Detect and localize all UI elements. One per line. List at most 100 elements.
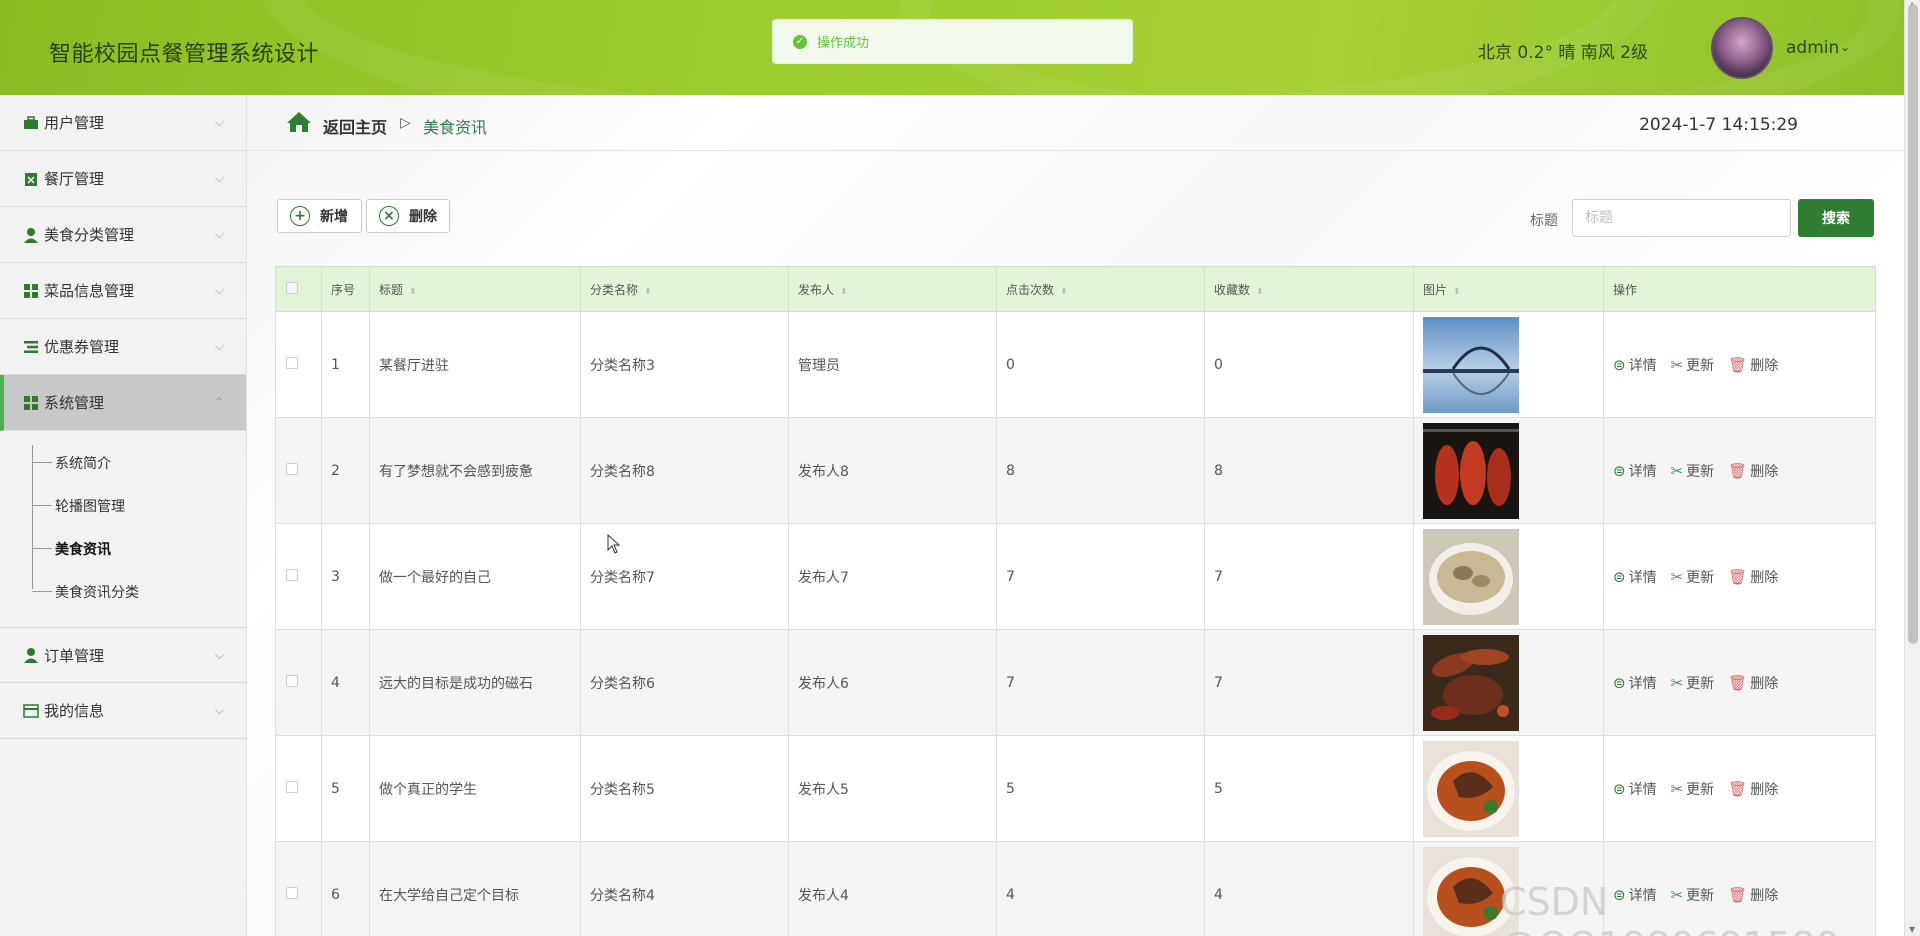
- bbq-photo[interactable]: [1423, 634, 1519, 731]
- update-button[interactable]: ✂ 更新: [1671, 461, 1715, 481]
- update-button[interactable]: ✂ 更新: [1671, 779, 1715, 799]
- cell-favorites: 4: [1204, 841, 1414, 936]
- cell-publisher: 发布人4: [788, 841, 997, 936]
- page-scrollbar[interactable]: ▲ ▼: [1904, 0, 1920, 936]
- cell-category: 分类名称3: [580, 311, 789, 418]
- sidebar-item-food-category[interactable]: 美食分类管理 ⌵: [0, 207, 246, 263]
- bridge-photo[interactable]: [1423, 316, 1519, 413]
- add-button[interactable]: + 新增: [277, 199, 362, 233]
- column-header-image[interactable]: 图片 ⬍: [1413, 266, 1604, 312]
- row-checkbox[interactable]: [286, 568, 298, 581]
- column-header-title[interactable]: 标题 ⬍: [369, 266, 581, 312]
- sidebar-item-restaurant-management[interactable]: 餐厅管理 ⌵: [0, 151, 246, 207]
- row-checkbox[interactable]: [286, 780, 298, 793]
- delete-row-button[interactable]: 🗑 删除: [1728, 673, 1778, 693]
- cell-no: 6: [321, 841, 370, 936]
- trash-icon: 🗑: [1728, 461, 1748, 480]
- delete-row-button[interactable]: 🗑 删除: [1728, 461, 1778, 481]
- select-all-checkbox-cell[interactable]: [275, 266, 322, 312]
- sidebar-item-dish-info[interactable]: 菜品信息管理 ⌵: [0, 263, 246, 319]
- detail-icon: ⊜: [1613, 779, 1626, 798]
- sort-icon[interactable]: ⬍: [644, 287, 652, 297]
- detail-button[interactable]: ⊜ 详情: [1613, 567, 1657, 587]
- update-button[interactable]: ✂ 更新: [1671, 673, 1715, 693]
- tools-icon: ✂: [1670, 673, 1684, 692]
- delete-row-button[interactable]: 🗑 删除: [1728, 355, 1778, 375]
- detail-icon: ⊜: [1613, 355, 1626, 374]
- user-menu[interactable]: admin: [1786, 38, 1839, 58]
- sort-icon[interactable]: ⬍: [1060, 287, 1068, 297]
- submenu-item-food-news-category[interactable]: 美食资讯分类: [0, 570, 246, 613]
- submenu-item-system-intro[interactable]: 系统简介: [0, 441, 246, 484]
- sidebar-item-orders[interactable]: 订单管理 ⌵: [0, 627, 246, 683]
- delete-row-button[interactable]: 🗑 删除: [1728, 567, 1778, 587]
- home-icon[interactable]: [286, 111, 312, 133]
- sidebar-item-label: 系统管理: [44, 394, 105, 412]
- watermark-text: CSDN @QQ1980691580: [1500, 880, 1840, 936]
- cell-title: 某餐厅进驻: [369, 311, 581, 418]
- mouse-cursor-icon: [607, 534, 621, 554]
- chevron-down-icon[interactable]: ⌄: [1840, 40, 1850, 54]
- cell-clicks: 7: [996, 629, 1205, 736]
- update-button[interactable]: ✂ 更新: [1671, 567, 1715, 587]
- cell-publisher: 发布人7: [788, 523, 997, 630]
- scrollbar-thumb[interactable]: [1908, 4, 1918, 644]
- detail-button[interactable]: ⊜ 详情: [1613, 355, 1657, 375]
- trash-icon: 🗑: [1728, 673, 1748, 692]
- cell-actions: ⊜ 详情 ✂ 更新 🗑 删除: [1603, 629, 1876, 736]
- sort-icon[interactable]: ⬍: [1256, 287, 1264, 297]
- detail-icon: ⊜: [1613, 461, 1626, 480]
- breadcrumb-home-link[interactable]: 返回主页: [323, 114, 387, 138]
- cell-publisher: 发布人6: [788, 629, 997, 736]
- submenu-item-carousel[interactable]: 轮播图管理: [0, 484, 246, 527]
- search-button[interactable]: 搜索: [1798, 199, 1874, 237]
- sidebar-item-user-management[interactable]: 用户管理 ⌵: [0, 95, 246, 151]
- delete-button[interactable]: × 删除: [366, 199, 450, 233]
- success-toast: ✓ 操作成功: [772, 19, 1133, 64]
- sort-icon[interactable]: ⬍: [409, 287, 417, 297]
- column-header-category[interactable]: 分类名称 ⬍: [580, 266, 789, 312]
- update-button[interactable]: ✂ 更新: [1671, 355, 1715, 375]
- chevron-down-icon: ⌵: [214, 171, 224, 185]
- select-all-checkbox[interactable]: [286, 281, 298, 294]
- detail-icon: ⊜: [1613, 567, 1626, 586]
- chevron-down-icon: ⌵: [214, 339, 224, 353]
- scroll-down-icon[interactable]: ▼: [1909, 925, 1915, 934]
- detail-button[interactable]: ⊜ 详情: [1613, 673, 1657, 693]
- tools-icon: ✂: [1670, 779, 1684, 798]
- search-input[interactable]: [1572, 199, 1791, 237]
- sidebar: 用户管理 ⌵ 餐厅管理 ⌵ 美食分类管理 ⌵ 菜品信息管理 ⌵ 优惠券管理 ⌵ …: [0, 95, 247, 936]
- stew-photo[interactable]: [1423, 740, 1519, 837]
- sidebar-item-label: 菜品信息管理: [44, 282, 135, 300]
- column-header-clicks[interactable]: 点击次数 ⬍: [996, 266, 1205, 312]
- sort-icon[interactable]: ⬍: [1453, 287, 1461, 297]
- column-header-publisher[interactable]: 发布人 ⬍: [788, 266, 997, 312]
- row-checkbox[interactable]: [286, 356, 298, 369]
- delete-row-button[interactable]: 🗑 删除: [1728, 779, 1778, 799]
- cell-publisher: 管理员: [788, 311, 997, 418]
- cell-category: 分类名称8: [580, 417, 789, 524]
- row-checkbox[interactable]: [286, 674, 298, 687]
- submenu-item-food-news[interactable]: 美食资讯: [0, 527, 246, 570]
- add-button-label: 新增: [320, 209, 348, 225]
- detail-button[interactable]: ⊜ 详情: [1613, 779, 1657, 799]
- detail-button[interactable]: ⊜ 详情: [1613, 461, 1657, 481]
- sidebar-item-coupon[interactable]: 优惠券管理 ⌵: [0, 319, 246, 375]
- sidebar-item-my-info[interactable]: 我的信息 ⌵: [0, 683, 246, 739]
- cell-publisher: 发布人8: [788, 417, 997, 524]
- cell-clicks: 4: [996, 841, 1205, 936]
- sort-icon[interactable]: ⬍: [840, 287, 848, 297]
- briefcase-icon: [22, 115, 40, 131]
- cell-no: 1: [321, 311, 370, 418]
- avatar[interactable]: [1711, 17, 1773, 79]
- system-submenu: 系统简介 轮播图管理 美食资讯 美食资讯分类: [0, 431, 246, 627]
- soup-photo[interactable]: [1423, 528, 1519, 625]
- sidebar-item-system[interactable]: 系统管理 ⌃: [0, 375, 246, 431]
- app-title: 智能校园点餐管理系统设计: [49, 42, 320, 67]
- tools-icon: ✂: [1670, 355, 1684, 374]
- roast-duck-photo[interactable]: [1423, 422, 1519, 519]
- column-header-favorites[interactable]: 收藏数 ⬍: [1204, 266, 1414, 312]
- table-row: 5 做个真正的学生 分类名称5 发布人5 5 5 ⊜ 详情 ✂ 更新 🗑 删除: [275, 735, 1876, 842]
- row-checkbox[interactable]: [286, 462, 298, 475]
- row-checkbox[interactable]: [286, 886, 298, 899]
